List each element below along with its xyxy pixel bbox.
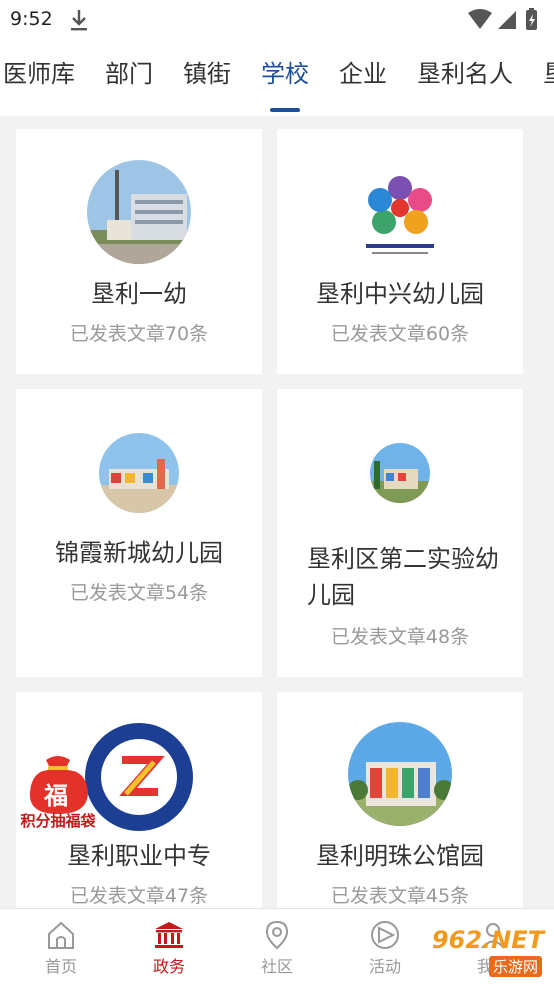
signal-icon <box>498 11 516 29</box>
school-logo-image <box>348 722 452 826</box>
school-name: 垦利职业中专 <box>67 842 211 870</box>
tab-next-truncated[interactable]: 垦 <box>528 40 554 116</box>
system-status-icons <box>468 8 537 30</box>
lucky-bag-char: 福 <box>44 782 68 810</box>
status-time: 9:52 <box>10 8 53 30</box>
watermark-brand: 962.NET <box>431 926 544 954</box>
government-building-icon <box>155 922 183 948</box>
home-icon <box>48 921 74 949</box>
school-name-line-1: 垦利区第二实验幼 <box>307 545 499 573</box>
location-pin-icon <box>265 920 289 950</box>
tab-departments[interactable]: 部门 <box>90 40 168 116</box>
tab-kenli-celebrities[interactable]: 垦利名人 <box>402 40 528 116</box>
article-count: 已发表文章60条 <box>330 323 470 345</box>
article-count: 已发表文章47条 <box>69 885 209 907</box>
school-card[interactable]: 垦利一幼 已发表文章70条 <box>16 129 262 374</box>
nav-government[interactable]: 政务 <box>139 919 199 977</box>
category-tabs: 医师库部门镇街学校企业垦利名人垦 <box>0 40 554 116</box>
status-bar: 9:52 <box>0 0 554 40</box>
school-card[interactable]: 锦霞新城幼儿园 已发表文章54条 <box>16 389 262 677</box>
school-card[interactable]: 垦利区第二实验幼 儿园 已发表文章48条 <box>277 389 523 677</box>
nav-home[interactable]: 首页 <box>31 919 91 977</box>
school-name: 垦利中兴幼儿园 <box>316 280 484 308</box>
article-count: 已发表文章45条 <box>330 885 470 907</box>
download-icon <box>71 10 87 31</box>
school-card[interactable]: 垦利明珠公馆园 已发表文章45条 <box>277 692 523 908</box>
nav-activities[interactable]: 活动 <box>355 919 415 977</box>
school-logo-image <box>87 160 191 264</box>
wifi-icon <box>468 9 492 29</box>
nav-label: 首页 <box>44 957 77 976</box>
lucky-bag-label: 积分抽福袋 <box>20 812 96 830</box>
school-name: 锦霞新城幼儿园 <box>55 539 223 567</box>
school-name: 垦利区第二实验幼 儿园 <box>307 541 503 613</box>
article-count: 已发表文章54条 <box>69 582 209 604</box>
article-count: 已发表文章48条 <box>330 626 470 648</box>
tab-towns[interactable]: 镇街 <box>168 40 246 116</box>
nav-label: 社区 <box>260 957 293 976</box>
site-watermark: 962.NET 乐游网 <box>420 924 550 980</box>
nav-label: 政务 <box>152 957 185 976</box>
school-logo-image <box>370 443 430 503</box>
school-name: 垦利一幼 <box>91 280 187 308</box>
article-count: 已发表文章70条 <box>69 323 209 345</box>
tab-schools[interactable]: 学校 <box>246 40 324 116</box>
nav-label: 活动 <box>368 957 401 976</box>
school-logo-image <box>99 433 179 513</box>
school-logo-image <box>84 722 194 832</box>
tab-doctor-library[interactable]: 医师库 <box>0 40 90 116</box>
bottom-navigation: 首页 政务 社区 活动 我的 <box>0 908 554 984</box>
watermark-sub: 乐游网 <box>488 956 542 977</box>
school-card[interactable]: 垦利中兴幼儿园 已发表文章60条 <box>277 129 523 374</box>
nav-community[interactable]: 社区 <box>247 919 307 977</box>
school-name-line-2: 儿园 <box>307 581 355 609</box>
tab-enterprises[interactable]: 企业 <box>324 40 402 116</box>
tabs-track: 医师库部门镇街学校企业垦利名人垦 <box>0 40 554 116</box>
lucky-bag-promo[interactable]: 福 积分抽福袋 <box>16 750 100 832</box>
school-logo-image <box>348 160 452 264</box>
school-name: 垦利明珠公馆园 <box>316 842 484 870</box>
activity-icon <box>371 921 399 949</box>
